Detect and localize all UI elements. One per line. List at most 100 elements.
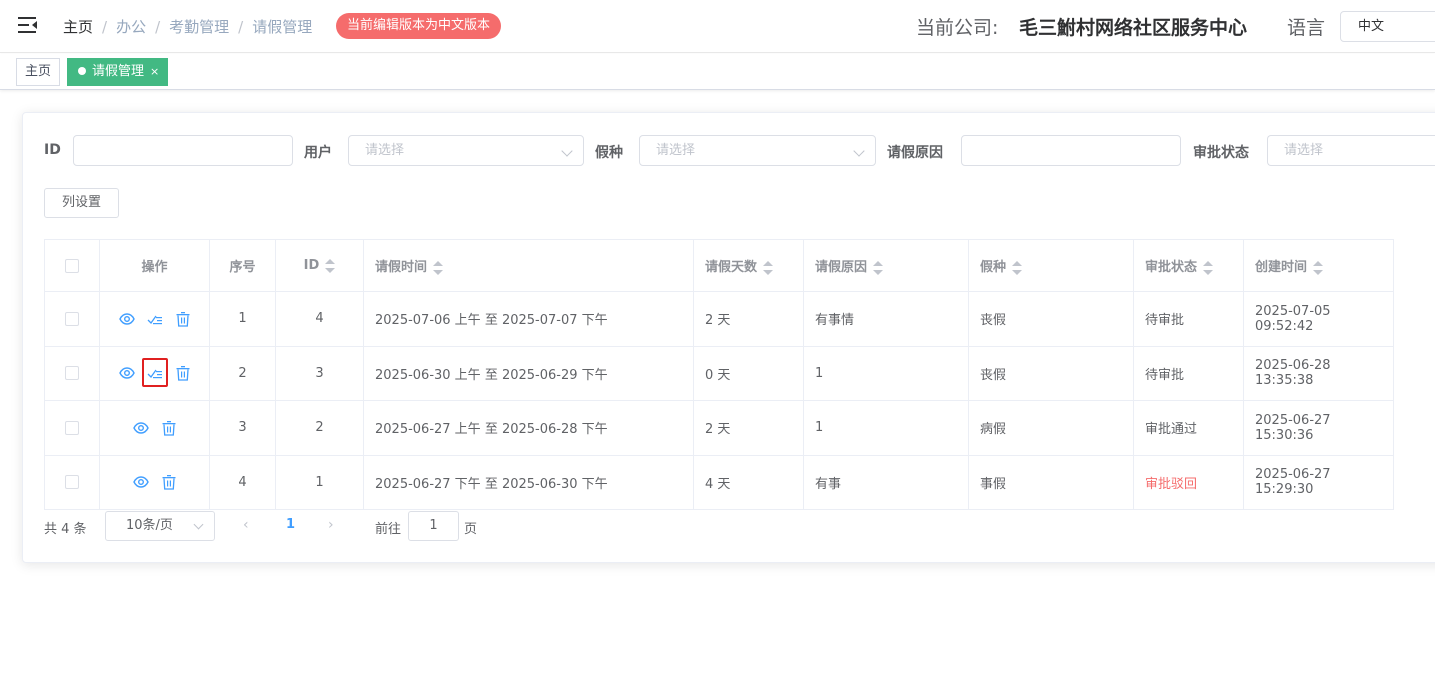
trash-icon[interactable] [175, 311, 191, 327]
filter-id-input[interactable] [73, 135, 293, 166]
cell-reason: 1 [803, 345, 969, 401]
cell-days: 4 天 [693, 454, 804, 510]
trash-icon[interactable] [175, 365, 191, 381]
eye-icon[interactable] [118, 365, 135, 381]
prev-page-button[interactable]: ‹ [243, 517, 249, 533]
tag-label: 请假管理 [92, 64, 145, 79]
cell-id: 1 [275, 454, 364, 510]
cell-created: 2025-07-05 09:52:42 [1243, 291, 1394, 347]
highlight-box [141, 358, 168, 388]
cell-type: 事假 [968, 454, 1134, 510]
filter-user-select[interactable]: 请选择 [348, 135, 584, 166]
goto-page-input[interactable]: 1 [408, 511, 459, 541]
active-dot-icon [78, 66, 86, 75]
close-icon[interactable]: × [150, 65, 159, 78]
breadcrumb-office: 办公 [116, 18, 147, 36]
cell-status: 审批通过 [1133, 400, 1244, 456]
cell-id: 3 [275, 345, 364, 401]
breadcrumb-attendance: 考勤管理 [169, 18, 230, 36]
sort-icon[interactable] [1012, 260, 1023, 275]
cell-reason: 1 [803, 400, 969, 456]
company-name: 毛三鮒村网络社区服务中心 [1019, 17, 1248, 39]
filter-status-select[interactable]: 请选择 [1267, 135, 1435, 166]
cell-reason: 有事 [803, 454, 969, 510]
page-number-current[interactable]: 1 [286, 517, 295, 532]
header-id[interactable]: ID [275, 239, 364, 292]
approve-icon[interactable] [147, 311, 163, 327]
table-row: 3 2 2025-06-27 上午 至 2025-06-28 下午 2 天 1 … [44, 400, 1394, 456]
sort-icon[interactable] [873, 260, 884, 275]
cell-id: 2 [275, 400, 364, 456]
filter-status-placeholder: 请选择 [1284, 143, 1324, 158]
cell-reason: 有事情 [803, 291, 969, 347]
version-badge: 当前编辑版本为中文版本 [336, 13, 502, 39]
language-label: 语言 [1287, 17, 1326, 39]
trash-icon[interactable] [161, 420, 177, 436]
cell-type: 丧假 [968, 345, 1134, 401]
tag-leave-management[interactable]: 请假管理 × [67, 58, 169, 86]
cell-created: 2025-06-27 15:29:30 [1243, 454, 1394, 510]
row-checkbox[interactable] [65, 420, 79, 435]
filter-user-label: 用户 [304, 145, 332, 161]
eye-icon[interactable] [118, 311, 135, 327]
page-label: 页 [464, 522, 478, 537]
menu-fold-icon[interactable] [18, 16, 38, 34]
eye-icon[interactable] [132, 474, 149, 490]
cell-index: 4 [209, 454, 276, 510]
filter-reason-input[interactable] [961, 135, 1181, 166]
cell-index: 2 [209, 345, 276, 401]
filter-id-label: ID [44, 142, 61, 158]
row-checkbox[interactable] [65, 366, 79, 381]
cell-status: 待审批 [1133, 291, 1244, 347]
company-label: 当前公司: [916, 17, 999, 39]
column-settings-button[interactable]: 列设置 [44, 188, 119, 218]
header-created[interactable]: 创建时间 [1243, 239, 1394, 292]
header-reason[interactable]: 请假原因 [803, 239, 969, 292]
breadcrumb: 主页 / 办公 / 考勤管理 / 请假管理 [63, 16, 313, 37]
approve-icon[interactable] [141, 358, 168, 388]
header-days[interactable]: 请假天数 [693, 239, 804, 292]
checkbox[interactable] [65, 258, 79, 273]
top-navbar: 主页 / 办公 / 考勤管理 / 请假管理 当前编辑版本为中文版本 当前公司: … [0, 0, 1435, 53]
tags-view: 主页 请假管理 × [0, 54, 1435, 90]
page-size-select[interactable]: 10条/页 [105, 511, 215, 541]
sort-icon[interactable] [1203, 260, 1214, 275]
filter-leave-type-select[interactable]: 请选择 [639, 135, 876, 166]
header-select-all[interactable] [44, 239, 100, 292]
cell-time: 2025-06-27 上午 至 2025-06-28 下午 [363, 400, 694, 456]
breadcrumb-home[interactable]: 主页 [63, 16, 93, 37]
eye-icon[interactable] [132, 420, 149, 436]
sort-icon[interactable] [433, 260, 444, 275]
chevron-down-icon [561, 145, 573, 157]
table-row: 2 3 2025-06-30 上午 至 2025-06-29 下午 0 天 1 … [44, 345, 1394, 401]
tag-home[interactable]: 主页 [16, 58, 61, 86]
cell-days: 2 天 [693, 400, 804, 456]
breadcrumb-leave: 请假管理 [252, 18, 313, 36]
chevron-down-icon [853, 145, 865, 157]
table-row: 1 4 2025-07-06 上午 至 2025-07-07 下午 2 天 有事… [44, 291, 1394, 347]
next-page-button[interactable]: › [328, 517, 334, 533]
table-row: 4 1 2025-06-27 下午 至 2025-06-30 下午 4 天 有事… [44, 454, 1394, 510]
goto-label: 前往 [375, 522, 402, 537]
header-time[interactable]: 请假时间 [363, 239, 694, 292]
filter-status-label: 审批状态 [1193, 145, 1249, 161]
cell-id: 4 [275, 291, 364, 347]
filter-user-placeholder: 请选择 [365, 143, 405, 158]
trash-icon[interactable] [161, 474, 177, 490]
row-checkbox[interactable] [65, 475, 79, 490]
header-status[interactable]: 审批状态 [1133, 239, 1244, 292]
cell-days: 2 天 [693, 291, 804, 347]
header-type[interactable]: 假种 [968, 239, 1134, 292]
cell-status: 审批驳回 [1133, 454, 1244, 510]
filter-leave-type-placeholder: 请选择 [656, 143, 696, 158]
cell-time: 2025-07-06 上午 至 2025-07-07 下午 [363, 291, 694, 347]
sort-icon[interactable] [1313, 260, 1324, 275]
cell-created: 2025-06-28 13:35:38 [1243, 345, 1394, 401]
cell-days: 0 天 [693, 345, 804, 401]
sort-icon[interactable] [763, 260, 774, 275]
sort-icon[interactable] [325, 258, 336, 273]
header-ops: 操作 [99, 239, 210, 292]
row-checkbox[interactable] [65, 311, 79, 326]
cell-type: 丧假 [968, 291, 1134, 347]
language-select[interactable]: 中文 [1340, 11, 1435, 42]
